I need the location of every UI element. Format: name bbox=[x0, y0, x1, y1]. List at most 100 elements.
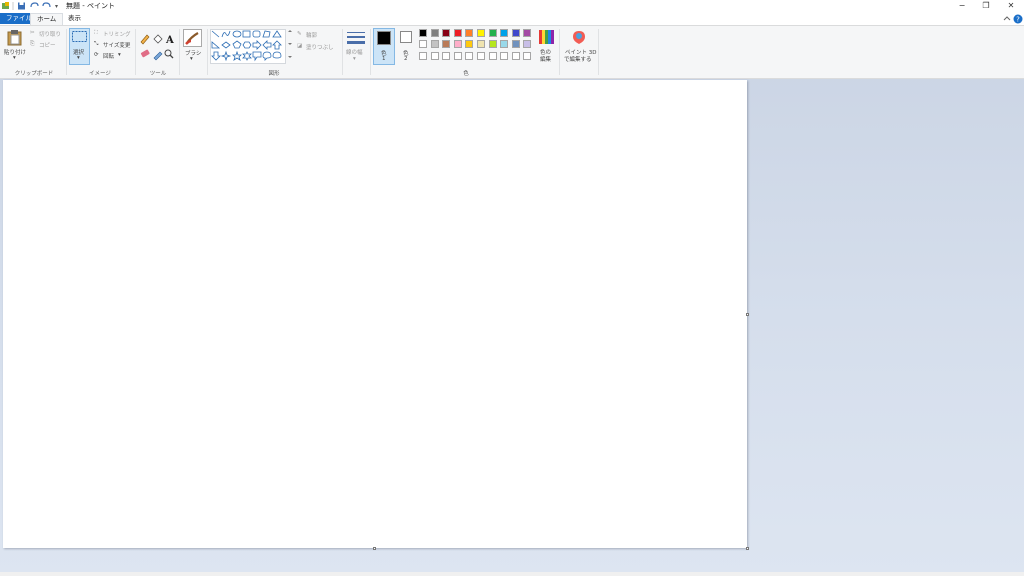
palette-swatch[interactable] bbox=[511, 51, 520, 60]
palette-swatch[interactable] bbox=[465, 51, 474, 60]
palette-swatch[interactable] bbox=[500, 51, 509, 60]
crop-button[interactable]: トリミング bbox=[103, 30, 131, 38]
palette-swatch[interactable] bbox=[500, 29, 509, 37]
cut-button[interactable]: 切り取り bbox=[39, 30, 61, 38]
fill-icon[interactable]: ◪ bbox=[297, 43, 302, 49]
paste-icon[interactable] bbox=[7, 29, 23, 46]
rotate-icon[interactable]: ⟳ bbox=[94, 52, 99, 58]
resize-handle-corner[interactable] bbox=[746, 547, 749, 550]
fill-button[interactable]: 塗りつぶし bbox=[306, 43, 334, 51]
palette-swatch[interactable] bbox=[523, 40, 532, 49]
paint3d-icon[interactable] bbox=[572, 30, 586, 45]
group-label-shapes: 図形 bbox=[268, 71, 280, 77]
speech-rect-shape-icon bbox=[252, 51, 262, 62]
palette-swatch[interactable] bbox=[488, 51, 497, 60]
arrow-up-shape-icon bbox=[272, 40, 282, 50]
palette-swatch[interactable] bbox=[523, 29, 532, 37]
line-width-dropdown-icon[interactable]: ▾ bbox=[353, 56, 356, 62]
star4-shape-icon bbox=[220, 50, 232, 62]
pencil-icon bbox=[140, 34, 150, 45]
outline-icon[interactable]: ✎ bbox=[297, 31, 302, 37]
crop-icon[interactable]: ⛶ bbox=[94, 30, 98, 37]
line-width-button[interactable]: 線の幅 bbox=[346, 48, 363, 56]
quick-access-toolbar bbox=[2, 2, 58, 10]
tab-home[interactable]: ホーム bbox=[30, 13, 64, 25]
palette-swatch[interactable] bbox=[477, 40, 485, 49]
group-label-tools: ツール bbox=[149, 71, 167, 77]
palette-swatch[interactable] bbox=[453, 40, 462, 49]
palette-swatch[interactable] bbox=[453, 29, 462, 37]
copy-button[interactable]: コピー bbox=[39, 41, 56, 49]
color1-swatch bbox=[377, 31, 391, 45]
eraser-icon bbox=[140, 49, 150, 58]
outline-button[interactable]: 輪郭 bbox=[306, 31, 317, 39]
palette-swatch[interactable] bbox=[430, 40, 439, 49]
paste-dropdown-icon[interactable]: ▾ bbox=[13, 55, 16, 61]
palette-swatch[interactable] bbox=[419, 29, 427, 37]
palette-swatch[interactable] bbox=[419, 40, 427, 49]
palette-swatch[interactable] bbox=[477, 29, 485, 37]
title-bar: 無題 - ペイント − ❐ ✕ bbox=[0, 0, 1024, 12]
palette-swatch[interactable] bbox=[442, 40, 451, 49]
brush-dropdown-icon[interactable]: ▾ bbox=[190, 56, 193, 62]
palette-swatch[interactable] bbox=[430, 29, 439, 37]
select-rect-icon bbox=[72, 31, 87, 42]
group-divider bbox=[370, 29, 371, 75]
color-palette bbox=[419, 29, 537, 63]
rounded-rect-shape-icon bbox=[252, 30, 261, 38]
paint3d-label2: で編集する bbox=[564, 57, 592, 63]
shapes-scroll-up-icon bbox=[288, 30, 292, 32]
palette-swatch[interactable] bbox=[465, 29, 474, 37]
rectangle-shape-icon bbox=[242, 30, 251, 38]
color2-number: 2 bbox=[404, 56, 408, 62]
window-title: 無題 - ペイント bbox=[66, 2, 115, 10]
restore-button[interactable]: ❐ bbox=[973, 0, 999, 12]
redo-icon bbox=[42, 2, 51, 8]
palette-swatch[interactable] bbox=[453, 51, 462, 60]
palette-swatch[interactable] bbox=[488, 29, 497, 37]
ribbon-tabs: ファイル ホーム 表示 ? bbox=[0, 12, 1024, 25]
cut-icon[interactable]: ✂ bbox=[30, 30, 35, 36]
resize-icon[interactable]: ⤡ bbox=[94, 41, 98, 48]
select-dropdown-icon[interactable]: ▾ bbox=[77, 55, 80, 61]
hexagon-shape-icon bbox=[242, 41, 252, 49]
group-divider bbox=[342, 29, 343, 75]
brush-button[interactable]: ブラシ bbox=[185, 49, 201, 57]
edit-colors-icon[interactable] bbox=[539, 30, 554, 44]
help-icon: ? bbox=[1013, 14, 1023, 24]
brush-icon[interactable] bbox=[183, 29, 202, 47]
polygon-shape-icon bbox=[262, 30, 271, 38]
shapes-gallery-icons bbox=[211, 30, 292, 62]
minimize-button[interactable]: − bbox=[949, 0, 975, 12]
palette-swatch[interactable] bbox=[419, 51, 427, 60]
palette-swatch[interactable] bbox=[477, 51, 485, 60]
rotate-dropdown-icon[interactable]: ▾ bbox=[118, 52, 121, 58]
color2-swatch[interactable] bbox=[400, 31, 412, 43]
palette-swatch[interactable] bbox=[465, 40, 474, 49]
resize-handle-right[interactable] bbox=[746, 313, 749, 316]
palette-swatch[interactable] bbox=[511, 40, 520, 49]
drawing-canvas[interactable] bbox=[3, 80, 747, 548]
resize-handle-bottom[interactable] bbox=[373, 547, 376, 550]
rotate-button[interactable]: 回転 bbox=[103, 52, 114, 60]
resize-button[interactable]: サイズ変更 bbox=[103, 41, 130, 49]
tab-view[interactable]: 表示 bbox=[62, 13, 87, 24]
save-icon bbox=[18, 2, 25, 10]
palette-swatch[interactable] bbox=[430, 51, 439, 60]
pentagon-shape-icon bbox=[232, 40, 242, 49]
curve-shape-icon bbox=[221, 30, 231, 38]
status-bar bbox=[0, 572, 1024, 576]
palette-swatch[interactable] bbox=[442, 29, 451, 37]
palette-swatch[interactable] bbox=[442, 51, 451, 60]
palette-swatch[interactable] bbox=[488, 40, 497, 49]
undo-icon bbox=[30, 2, 39, 8]
palette-swatch[interactable] bbox=[500, 40, 509, 49]
palette-swatch[interactable] bbox=[523, 51, 532, 60]
line-width-icon[interactable] bbox=[347, 31, 365, 46]
close-button[interactable]: ✕ bbox=[998, 0, 1024, 12]
palette-swatch[interactable] bbox=[511, 29, 520, 37]
group-label-colors: 色 bbox=[463, 71, 469, 77]
group-divider bbox=[559, 29, 560, 75]
copy-icon[interactable]: ⎘ bbox=[30, 41, 34, 48]
arrow-down-shape-icon bbox=[211, 51, 221, 61]
